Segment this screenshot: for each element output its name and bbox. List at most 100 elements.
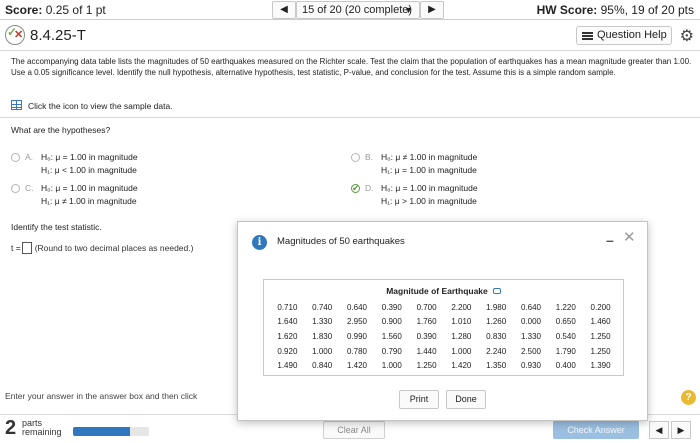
table-cell: 1.460 [590, 317, 611, 327]
copy-icon[interactable] [492, 288, 501, 294]
table-cell: 0.840 [312, 361, 333, 371]
test-statistic-question: Identify the test statistic. [11, 222, 102, 232]
table-row: 1.490 0.840 1.420 1.000 1.250 1.420 1.350 0.930… [270, 358, 618, 373]
sample-data-link[interactable]: Click the icon to view the sample data. [11, 100, 173, 111]
triangle-right-icon: ▶ [677, 425, 685, 435]
table-cell: 1.260 [486, 317, 507, 327]
radio-a[interactable] [11, 153, 20, 162]
test-statistic-row: t = (Round to two decimal places as neede… [11, 242, 193, 254]
table-cell: 1.000 [312, 346, 333, 356]
footer-next-button[interactable]: ▶ [671, 421, 691, 439]
table-cell: 0.200 [590, 302, 611, 312]
help-icon[interactable]: ? [681, 390, 696, 405]
table-cell: 0.830 [486, 331, 507, 341]
sample-data-dialog: i Magnitudes of 50 earthquakes – ✕ Magni… [237, 221, 648, 421]
question-select[interactable]: 15 of 20 (20 complete) ▼ [296, 1, 420, 19]
option-b-h0: H₀: μ ≠ 1.00 in magnitude [381, 152, 478, 162]
hw-score-label: HW Score: [536, 3, 598, 17]
minimize-icon[interactable]: – [606, 232, 614, 248]
table-cell: 0.930 [520, 361, 541, 371]
table-cell: 1.250 [590, 331, 611, 341]
table-cell: 0.700 [416, 302, 437, 312]
table-cell: 1.560 [381, 331, 402, 341]
test-statistic-prefix: t = [11, 243, 21, 253]
partial-credit-icon: ✓ ✕ [5, 25, 25, 45]
table-cell: 2.500 [520, 346, 541, 356]
table-cell: 0.900 [381, 317, 402, 327]
option-d-h0: H₀: μ = 1.00 in magnitude [381, 183, 478, 193]
table-cell: 2.240 [486, 346, 507, 356]
footer-previous-button[interactable]: ◀ [649, 421, 669, 439]
table-cell: 0.650 [555, 317, 576, 327]
table-cell: 1.000 [451, 346, 472, 356]
radio-b[interactable] [351, 153, 360, 162]
table-cell: 1.000 [381, 361, 402, 371]
table-cell: 1.330 [312, 317, 333, 327]
parts-progress-bar [73, 427, 149, 436]
data-table-caption: Magnitude of Earthquake [264, 286, 623, 296]
table-cell: 0.790 [381, 346, 402, 356]
check-answer-button[interactable]: Check Answer [553, 421, 639, 439]
table-cell: 0.640 [520, 302, 541, 312]
dialog-title: Magnitudes of 50 earthquakes [277, 236, 405, 247]
option-c-h1: H₁: μ ≠ 1.00 in magnitude [41, 196, 137, 206]
table-cell: 0.540 [555, 331, 576, 341]
previous-question-button[interactable]: ◀ [272, 1, 296, 19]
option-a-h1: H₁: μ < 1.00 in magnitude [41, 165, 137, 175]
triangle-left-icon: ◀ [280, 4, 288, 15]
close-icon[interactable]: ✕ [623, 228, 636, 246]
print-button[interactable]: Print [399, 390, 439, 409]
table-row: 0.920 1.000 0.780 0.790 1.440 1.000 2.240 2.500… [270, 344, 618, 359]
table-cell: 1.760 [416, 317, 437, 327]
table-cell: 0.780 [346, 346, 367, 356]
triangle-left-icon: ◀ [655, 425, 663, 435]
caret-down-icon: ▼ [404, 5, 413, 15]
parts-label-line2: remaining [22, 427, 62, 437]
hw-score-value: 95%, 19 of 20 pts [600, 3, 694, 17]
table-cell: 1.250 [416, 361, 437, 371]
magnitude-table: 0.710 0.740 0.640 0.390 0.700 2.200 1.980 0.640… [270, 300, 618, 373]
table-cell: 1.350 [486, 361, 507, 371]
parts-count: 2 [5, 417, 17, 439]
table-cell: 1.620 [277, 331, 298, 341]
table-cell: 1.640 [277, 317, 298, 327]
footer-instruction: Enter your answer in the answer box and … [5, 391, 198, 401]
info-icon: i [252, 235, 267, 250]
hypotheses-question: What are the hypotheses? [11, 125, 111, 135]
done-button[interactable]: Done [446, 390, 486, 409]
test-statistic-input[interactable] [21, 242, 32, 254]
option-b-letter: B. [365, 152, 374, 162]
option-a-h0: H₀: μ = 1.00 in magnitude [41, 152, 138, 162]
option-a-letter: A. [25, 152, 34, 162]
table-cell: 1.490 [277, 361, 298, 371]
table-row: 1.640 1.330 2.950 0.900 1.760 1.010 1.260 0.000… [270, 315, 618, 330]
score: Score: 0.25 of 1 pt [5, 3, 106, 17]
table-cell: 1.790 [555, 346, 576, 356]
table-cell: 0.400 [555, 361, 576, 371]
radio-c[interactable] [11, 184, 20, 193]
question-help-label: Question Help [597, 29, 667, 41]
next-question-button[interactable]: ▶ [420, 1, 444, 19]
table-cell: 1.420 [451, 361, 472, 371]
gear-icon[interactable]: ⚙ [680, 26, 694, 46]
score-value: 0.25 of 1 pt [45, 3, 106, 17]
table-cell: 1.250 [590, 346, 611, 356]
hw-score: HW Score: 95%, 19 of 20 pts [537, 3, 694, 17]
table-cell: 1.420 [346, 361, 367, 371]
table-row: 0.710 0.740 0.640 0.390 0.700 2.200 1.980 0.640… [270, 300, 618, 315]
table-cell: 0.710 [277, 302, 298, 312]
table-cell: 1.980 [486, 302, 507, 312]
triangle-right-icon: ▶ [428, 4, 436, 15]
data-table-box: Magnitude of Earthquake 0.710 0.740 0.640 0… [263, 279, 624, 376]
table-cell: 1.280 [451, 331, 472, 341]
clear-all-button[interactable]: Clear All [323, 421, 385, 439]
parts-label: parts remaining [22, 419, 62, 437]
question-select-label: 15 of 20 (20 complete) [302, 4, 413, 16]
option-c-letter: C. [25, 183, 34, 193]
score-label: Score: [5, 3, 43, 17]
question-help-button[interactable]: Question Help [576, 26, 672, 45]
table-icon[interactable] [11, 100, 22, 110]
radio-d-checked[interactable] [351, 182, 360, 195]
test-statistic-hint: (Round to two decimal places as needed.) [34, 243, 194, 253]
parts-progress-fill [73, 427, 130, 436]
